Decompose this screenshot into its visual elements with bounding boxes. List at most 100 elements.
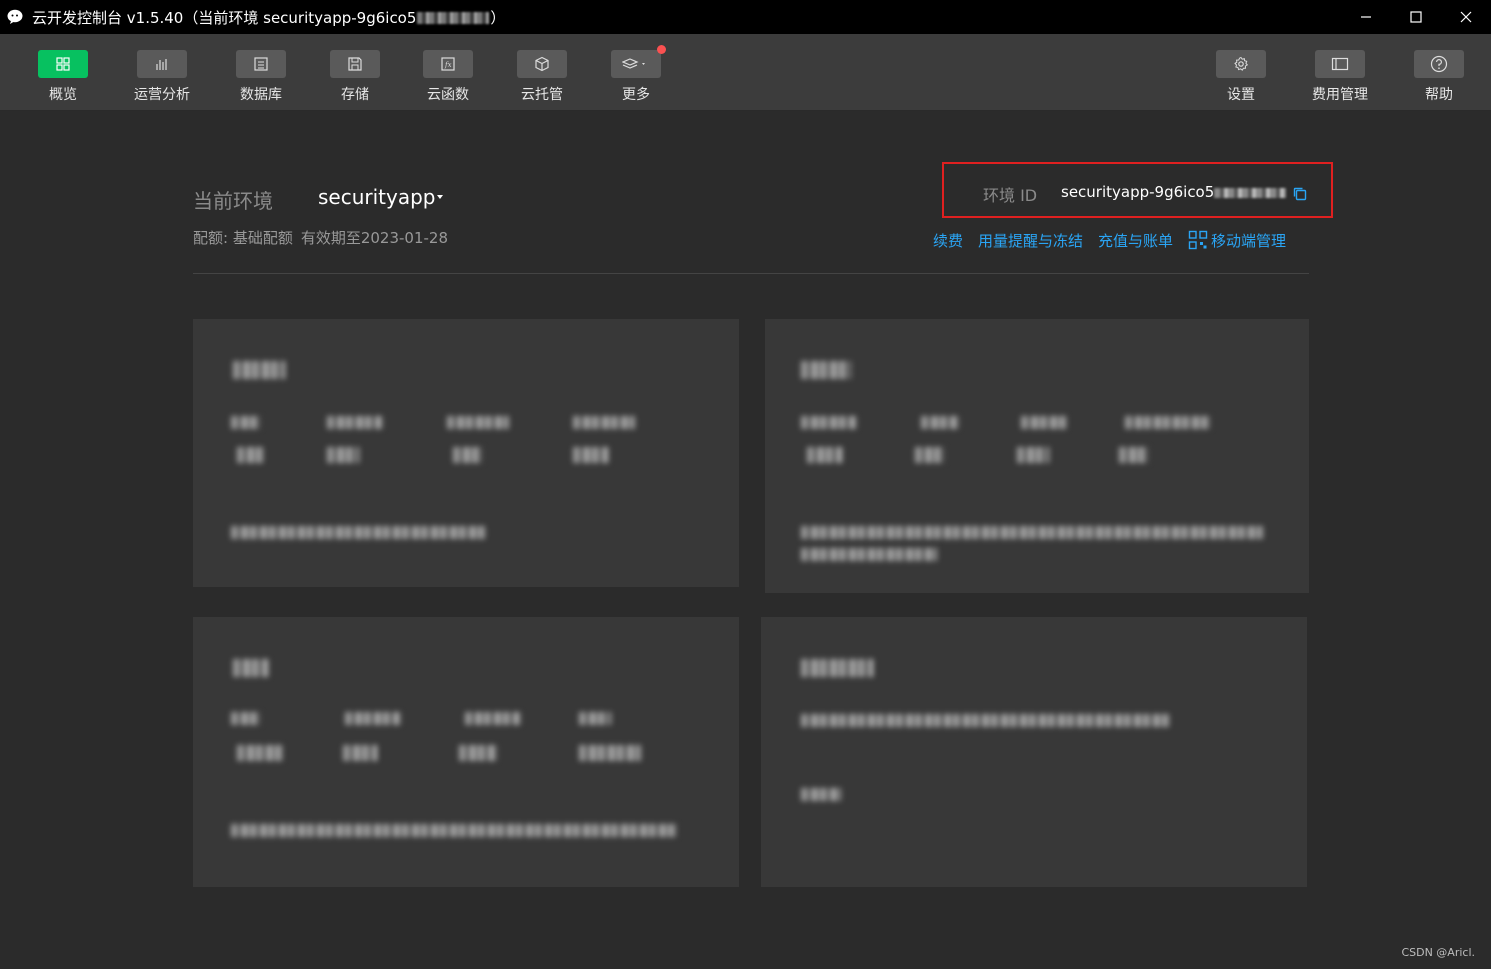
renew-link[interactable]: 续费 [933, 230, 963, 251]
stat-value-redacted [327, 447, 359, 463]
cloud-hosting-button[interactable] [517, 50, 567, 78]
env-id-label: 环境 ID [983, 186, 1038, 205]
stat-label-redacted [1125, 415, 1211, 429]
stat-label-redacted [231, 415, 261, 429]
toolbar-cloud-hosting[interactable]: 云托管 [502, 50, 582, 106]
main-toolbar: 概览 运营分析 数据库 存储 fx 云函数 云托管 更多 设置 费用管理 帮助 [0, 34, 1491, 111]
toolbar-label: 数据库 [240, 87, 282, 103]
toolbar-help[interactable]: 帮助 [1399, 50, 1479, 106]
recharge-billing-link[interactable]: 充值与账单 [1098, 230, 1173, 251]
toolbar-functions[interactable]: fx 云函数 [408, 50, 488, 106]
card-title-redacted [801, 659, 873, 677]
toolbar-label: 云函数 [427, 87, 469, 103]
help-icon [1430, 55, 1448, 73]
toolbar-more[interactable]: 更多 [596, 45, 676, 106]
settings-button[interactable] [1216, 50, 1266, 78]
redacted-text [417, 12, 490, 24]
billing-icon [1331, 57, 1349, 71]
stat-value-redacted [237, 745, 283, 761]
card-title-redacted [801, 361, 851, 379]
database-button[interactable] [236, 50, 286, 78]
stat-value-redacted [579, 745, 641, 761]
toolbar-billing[interactable]: 费用管理 [1300, 50, 1380, 106]
env-id-value: securityapp-9g6ico5 [1061, 183, 1287, 201]
wechat-logo-icon [6, 7, 26, 27]
env-selector[interactable]: securityapp [318, 185, 436, 209]
billing-button[interactable] [1315, 50, 1365, 78]
copy-icon[interactable] [1292, 186, 1308, 202]
resource-card [765, 319, 1309, 593]
stat-value-redacted [807, 447, 843, 463]
mobile-management-link[interactable]: 移动端管理 [1188, 230, 1286, 251]
toolbar-storage[interactable]: 存储 [315, 50, 395, 106]
stat-label-redacted [327, 415, 383, 429]
card-text-redacted [801, 713, 1169, 727]
storage-button[interactable] [330, 50, 380, 78]
toolbar-settings[interactable]: 设置 [1201, 50, 1281, 106]
title-bar: 云开发控制台 v1.5.40（当前环境 securityapp-9g6ico5） [0, 0, 1491, 34]
stat-label-redacted [579, 711, 611, 725]
card-text-redacted [801, 525, 1263, 539]
validity-date: 有效期至2023-01-28 [300, 229, 449, 247]
bar-chart-icon [156, 59, 167, 70]
overview-panel: 当前环境 securityapp 配额: 基础配额 有效期至2023-01-28 … [0, 111, 1491, 969]
stat-label-redacted [231, 711, 261, 725]
functions-button[interactable]: fx [423, 50, 473, 78]
stat-value-redacted [237, 447, 263, 463]
card-text-redacted [231, 525, 485, 539]
close-button[interactable] [1441, 0, 1491, 34]
help-button[interactable] [1414, 50, 1464, 78]
window-controls [1341, 0, 1491, 34]
maximize-button[interactable] [1391, 0, 1441, 34]
toolbar-label: 云托管 [521, 87, 563, 103]
minimize-button[interactable] [1341, 0, 1391, 34]
stat-label-redacted [1021, 415, 1067, 429]
stat-label-redacted [921, 415, 959, 429]
maximize-icon [1410, 11, 1422, 23]
more-button[interactable] [611, 45, 666, 78]
layers-icon [622, 58, 645, 69]
toolbar-label: 存储 [341, 87, 369, 103]
toolbar-analytics[interactable]: 运营分析 [122, 50, 202, 106]
toolbar-label: 费用管理 [1312, 87, 1368, 103]
quota-label: 配额: 基础配额 [193, 229, 293, 247]
quota-info: 配额: 基础配额 有效期至2023-01-28 [193, 227, 456, 248]
stat-value-redacted [1119, 447, 1149, 463]
stat-value-redacted [915, 447, 945, 463]
toolbar-label: 帮助 [1425, 87, 1453, 103]
toolbar-label: 更多 [622, 87, 650, 103]
usage-alert-link[interactable]: 用量提醒与冻结 [978, 230, 1083, 251]
stat-value-redacted [453, 447, 483, 463]
stat-label-redacted [345, 711, 401, 725]
env-links: 续费 用量提醒与冻结 充值与账单 移动端管理 [933, 228, 1286, 252]
current-env-label: 当前环境 [193, 189, 273, 213]
stat-label-redacted [801, 415, 857, 429]
toolbar-overview[interactable]: 概览 [23, 50, 103, 106]
caret-down-icon[interactable] [437, 195, 443, 199]
env-id-box: 环境 ID securityapp-9g6ico5 [942, 162, 1333, 218]
notification-badge [657, 45, 666, 54]
toolbar-label: 概览 [49, 87, 77, 103]
watermark-text: CSDN @Aricl. [1401, 946, 1475, 959]
card-text-redacted [801, 547, 937, 561]
stat-value-redacted [573, 447, 609, 463]
toolbar-database[interactable]: 数据库 [221, 50, 301, 106]
overview-button[interactable] [38, 50, 88, 78]
close-icon [1460, 11, 1472, 23]
card-title-redacted [233, 361, 285, 379]
function-icon: fx [441, 57, 455, 71]
stat-label-redacted [465, 711, 521, 725]
stat-value-redacted [343, 745, 377, 761]
redacted-text [1214, 187, 1287, 198]
card-text-redacted [231, 823, 677, 837]
analytics-button[interactable] [137, 50, 187, 78]
gear-icon [1234, 56, 1249, 71]
mobile-management-label: 移动端管理 [1211, 231, 1287, 250]
minimize-icon [1361, 16, 1371, 18]
resource-card [761, 617, 1307, 887]
stat-label-redacted [447, 415, 509, 429]
cube-icon [535, 56, 549, 72]
save-icon [348, 57, 362, 71]
card-text-redacted [801, 787, 841, 801]
toolbar-label: 运营分析 [134, 87, 190, 103]
